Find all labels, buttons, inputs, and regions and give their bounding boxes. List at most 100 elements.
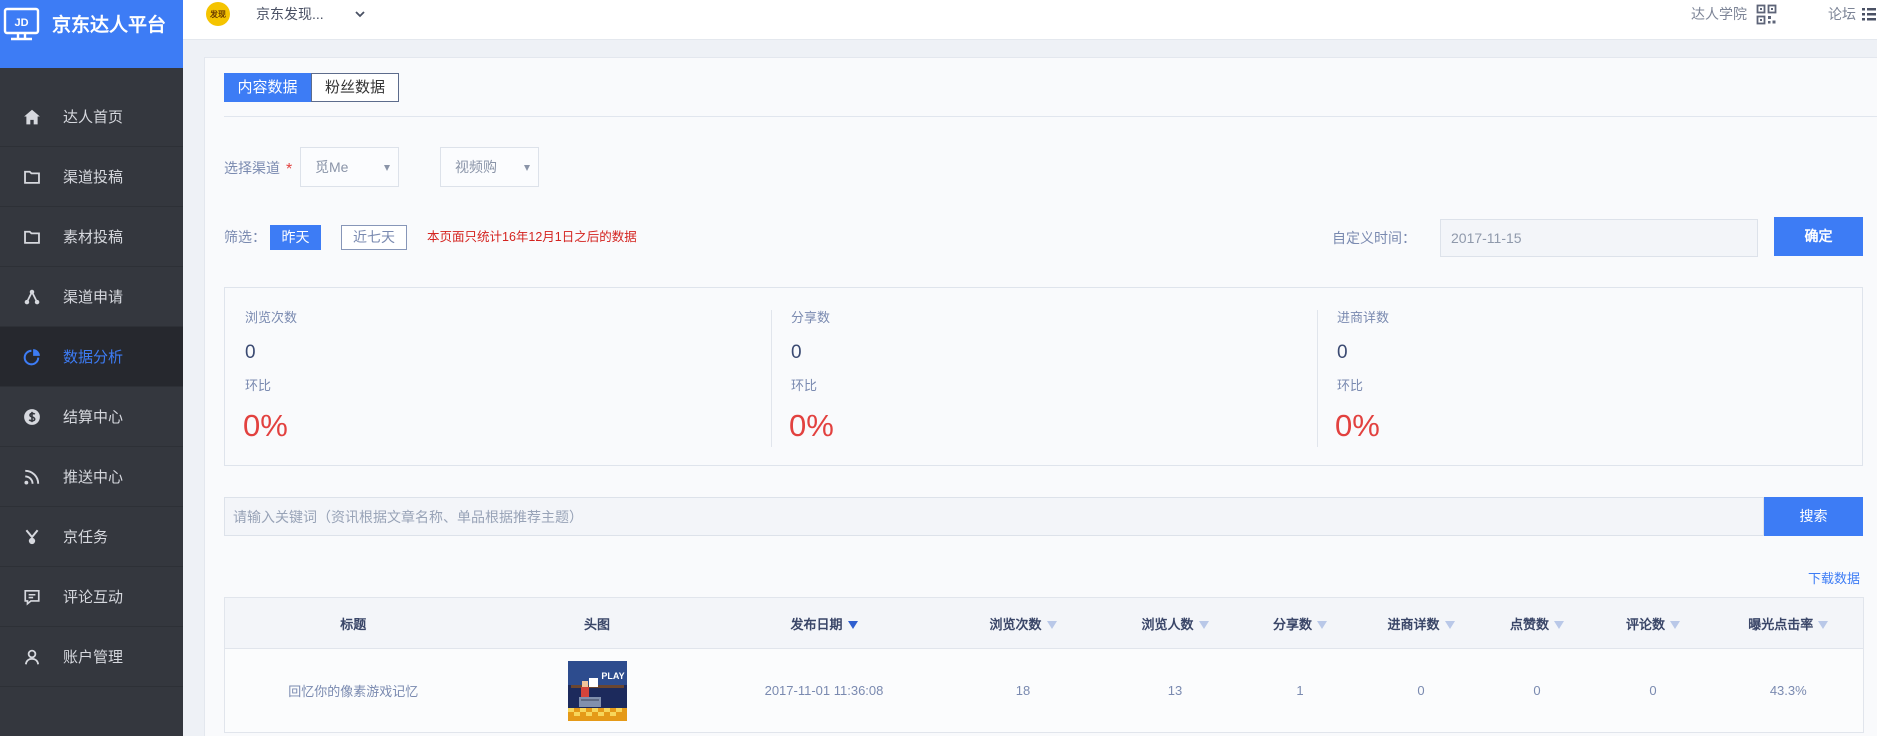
column-header-visitors[interactable]: 浏览人数 bbox=[1110, 597, 1240, 649]
cell-shares: 1 bbox=[1239, 648, 1361, 733]
sort-icon[interactable] bbox=[1554, 621, 1564, 630]
sidebar-item-label: 评论互动 bbox=[63, 589, 124, 606]
sidebar-item-settlement[interactable]: 结算中心 bbox=[0, 387, 183, 447]
sidebar-item-label: 结算中心 bbox=[63, 409, 124, 426]
qr-code-icon[interactable] bbox=[1756, 4, 1777, 25]
thumbnail-image[interactable]: PLAY bbox=[567, 660, 627, 721]
column-header-views[interactable]: 浏览次数 bbox=[935, 597, 1111, 649]
search-button[interactable]: 搜索 bbox=[1764, 497, 1863, 536]
forum-list-icon[interactable] bbox=[1862, 6, 1876, 22]
sort-icon[interactable] bbox=[1818, 621, 1829, 630]
column-header-likes[interactable]: 点赞数 bbox=[1481, 597, 1593, 649]
stat-value: 0 bbox=[791, 342, 802, 363]
stat-label: 浏览次数 bbox=[245, 310, 298, 325]
channel-select[interactable]: 觅Me bbox=[300, 147, 399, 187]
stat-value: 0 bbox=[245, 342, 256, 363]
stat-label: 分享数 bbox=[791, 310, 831, 325]
caret-down-icon bbox=[524, 165, 530, 171]
column-header-label: 浏览人数 bbox=[1141, 616, 1194, 632]
chevron-down-icon[interactable] bbox=[353, 7, 367, 21]
column-header-label: 进商详数 bbox=[1387, 616, 1440, 632]
cell-visitors: 13 bbox=[1110, 648, 1240, 733]
sidebar-item-label: 推送中心 bbox=[63, 469, 124, 486]
sidebar-item-jd-task[interactable]: 京任务 bbox=[0, 507, 183, 567]
cell-title[interactable]: 回忆你的像素游戏记忆 bbox=[224, 648, 482, 733]
column-header-label: 发布日期 bbox=[790, 616, 843, 632]
stat-ratio-label: 环比 bbox=[245, 378, 272, 393]
column-header-label: 标题 bbox=[340, 616, 367, 632]
sidebar-item-label: 素材投稿 bbox=[63, 229, 124, 246]
logo-bar[interactable]: JD 京东达人平台 bbox=[0, 0, 183, 68]
tab-fans-data[interactable]: 粉丝数据 bbox=[311, 73, 399, 102]
sidebar-item-label: 京任务 bbox=[63, 529, 109, 546]
stat-ratio-label: 环比 bbox=[791, 378, 818, 393]
sidebar-item-channel-apply[interactable]: 渠道申请 bbox=[0, 267, 183, 327]
sidebar-item-channel-submission[interactable]: 渠道投稿 bbox=[0, 147, 183, 207]
column-header-comments[interactable]: 评论数 bbox=[1592, 597, 1714, 649]
stat-ratio-label: 环比 bbox=[1337, 378, 1364, 393]
user-icon bbox=[23, 648, 41, 666]
account-name[interactable]: 京东发现... bbox=[256, 4, 324, 24]
channel-label: 选择渠道 bbox=[224, 160, 280, 176]
sidebar-item-home[interactable]: 达人首页 bbox=[0, 87, 183, 147]
tab-content-data[interactable]: 内容数据 bbox=[224, 73, 311, 102]
share-nodes-icon bbox=[23, 288, 41, 306]
forum-link[interactable]: 论坛 bbox=[1828, 4, 1856, 24]
column-header-label: 头图 bbox=[583, 616, 610, 632]
table-row[interactable]: 回忆你的像素游戏记忆 PLAY 2017-11-01 11:36:08 18 1… bbox=[224, 648, 1864, 733]
sidebar-item-data-analysis[interactable]: 数据分析 bbox=[0, 327, 183, 387]
stat-ratio: 0% bbox=[1335, 408, 1380, 443]
channel-select-value: 觅Me bbox=[315, 159, 349, 175]
date-input[interactable] bbox=[1440, 219, 1758, 257]
topbar: 发现 京东发现... 达人学院 论坛 bbox=[183, 0, 1877, 40]
sort-icon[interactable] bbox=[1670, 621, 1680, 630]
sort-icon[interactable] bbox=[1046, 621, 1057, 630]
column-header-publish-date[interactable]: 发布日期 bbox=[712, 597, 936, 649]
last-seven-days-button[interactable]: 近七天 bbox=[341, 225, 407, 250]
custom-time-label: 自定义时间： bbox=[1332, 230, 1416, 246]
stats-panel: 浏览次数 0 环比 0% 分享数 0 环比 0% 进商详数 0 环比 0% bbox=[224, 287, 1863, 466]
sort-icon[interactable] bbox=[1198, 621, 1209, 630]
column-header-detail-visits[interactable]: 进商详数 bbox=[1360, 597, 1482, 649]
folder-icon bbox=[23, 228, 41, 246]
download-data-link[interactable]: 下载数据 bbox=[1808, 570, 1860, 588]
sort-icon[interactable] bbox=[1444, 621, 1455, 630]
content-data-table: 标题 头图 发布日期 浏览次数 浏览人数 分享数 进商详数 点赞数 评论数 曝光… bbox=[224, 597, 1864, 733]
column-header-shares[interactable]: 分享数 bbox=[1239, 597, 1361, 649]
cell-likes: 0 bbox=[1481, 648, 1593, 733]
stat-ratio: 0% bbox=[789, 408, 834, 443]
stat-label: 进商详数 bbox=[1337, 310, 1390, 325]
sidebar-item-account[interactable]: 账户管理 bbox=[0, 627, 183, 687]
academy-link[interactable]: 达人学院 bbox=[1691, 4, 1747, 24]
filter-label: 筛选： bbox=[224, 229, 266, 245]
app-title: 京东达人平台 bbox=[52, 15, 167, 36]
column-header-label: 浏览次数 bbox=[989, 616, 1042, 632]
comment-icon bbox=[23, 588, 41, 606]
required-mark: * bbox=[286, 161, 293, 178]
sort-desc-icon[interactable] bbox=[847, 621, 858, 630]
pie-chart-icon bbox=[23, 348, 41, 366]
stat-ratio: 0% bbox=[243, 408, 288, 443]
data-range-notice: 本页面只统计16年12月1日之后的数据 bbox=[427, 230, 637, 244]
column-header-ctr[interactable]: 曝光点击率 bbox=[1713, 597, 1864, 649]
yesterday-button[interactable]: 昨天 bbox=[270, 225, 321, 250]
sidebar-item-label: 渠道投稿 bbox=[63, 169, 124, 186]
dollar-icon bbox=[23, 408, 41, 426]
subchannel-select-value: 视频购 bbox=[455, 159, 497, 175]
confirm-button[interactable]: 确定 bbox=[1774, 217, 1863, 256]
sidebar: JD 京东达人平台 达人首页 渠道投稿 素材投稿 渠道申请 数据分析 结算中心 … bbox=[0, 0, 183, 736]
stat-detail-visits: 进商详数 0 环比 0% bbox=[1317, 288, 1862, 465]
subchannel-select[interactable]: 视频购 bbox=[440, 147, 539, 187]
avatar[interactable]: 发现 bbox=[206, 2, 230, 26]
table-header-row: 标题 头图 发布日期 浏览次数 浏览人数 分享数 进商详数 点赞数 评论数 曝光… bbox=[224, 597, 1864, 649]
sort-icon[interactable] bbox=[1317, 621, 1327, 630]
sidebar-item-comments[interactable]: 评论互动 bbox=[0, 567, 183, 627]
sidebar-item-material-submission[interactable]: 素材投稿 bbox=[0, 207, 183, 267]
sidebar-item-push[interactable]: 推送中心 bbox=[0, 447, 183, 507]
tab-divider bbox=[224, 116, 1877, 117]
cell-comments: 0 bbox=[1592, 648, 1714, 733]
search-input[interactable] bbox=[224, 497, 1764, 536]
cell-publish-date: 2017-11-01 11:36:08 bbox=[712, 648, 936, 733]
svg-text:PLAY: PLAY bbox=[601, 671, 624, 681]
stat-shares: 分享数 0 环比 0% bbox=[771, 288, 1317, 465]
